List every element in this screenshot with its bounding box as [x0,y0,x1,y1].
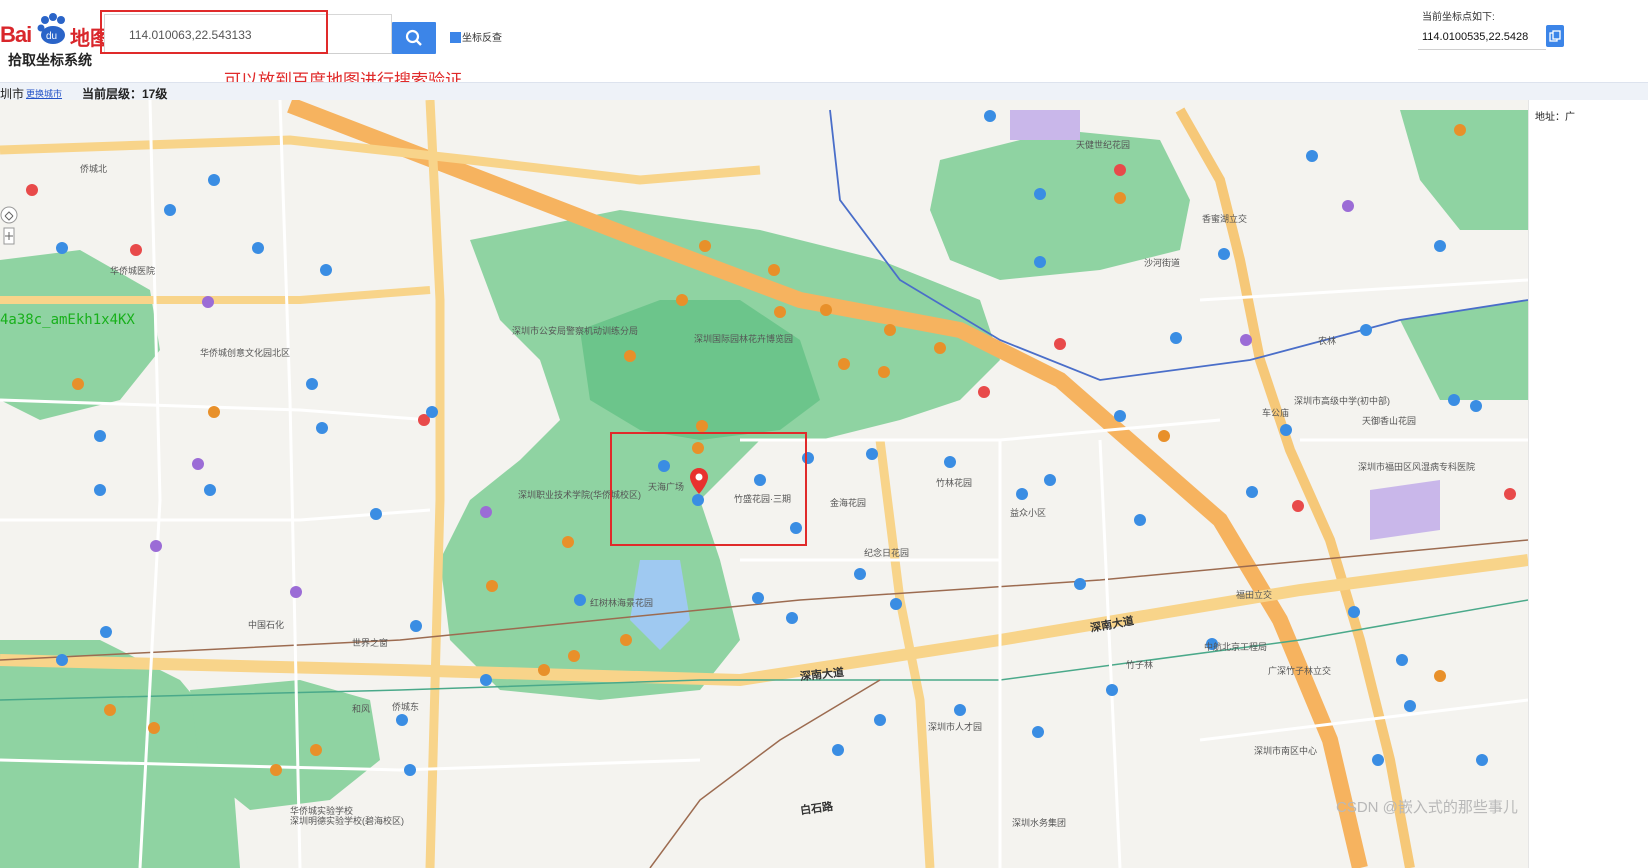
current-coord-field[interactable]: 114.0100535,22.5428 [1418,24,1546,50]
pan-control[interactable] [0,206,18,246]
logo-subtitle: 拾取坐标系统 [8,52,92,68]
place-label: 纪念日花园 [864,548,910,558]
search-button[interactable] [392,22,436,54]
place-label: 金海花园 [830,498,867,508]
place-label: 深圳市福田区风湿病专科医院 [1358,462,1476,472]
place-label: 广深竹子林立交 [1268,666,1332,676]
search-icon [405,29,422,46]
place-label: 深圳市公安局警察机动训练分局 [512,326,639,336]
place-label: 世界之窗 [352,638,389,648]
place-label: 福田立交 [1236,590,1273,600]
search-highlight-box [100,10,328,54]
place-label: 深圳市南区中心 [1254,746,1318,756]
map-info-bar: 圳市 更换城市 当前层级：17级 [0,82,1648,101]
place-label: 农林 [1318,336,1337,346]
place-label: 车公庙 [1262,408,1290,418]
place-label: 华侨城医院 [110,266,156,276]
place-label: 益众小区 [1010,508,1047,518]
header: Bai du 地图 拾取坐标系统 114.010063,22.543133 坐标… [0,0,1648,90]
copy-button[interactable] [1546,25,1564,47]
reverse-lookup-checkbox[interactable] [450,32,461,43]
place-label: 香蜜湖立交 [1202,214,1248,224]
place-label: 深圳水务集团 [1012,818,1067,828]
place-label: 侨城北 [80,164,108,174]
location-highlight-box [610,432,807,546]
place-label: 竹子林 [1126,660,1154,670]
overlay-text: 4a38c_amEkh1x4KX [0,312,135,328]
place-label: 天健世纪花园 [1076,140,1131,150]
switch-city-link[interactable]: 更换城市 [26,87,62,100]
reverse-lookup-label: 坐标反查 [462,33,502,44]
svg-text:du: du [46,31,57,42]
place-label: 竹林花园 [936,478,973,488]
place-label: 中国石化 [248,620,285,630]
logo-text-bai: Bai [0,22,32,47]
place-label: 和风 [352,704,371,714]
place-label: 深圳明德实验学校(碧海校区) [290,816,404,826]
address-panel: 地址：广 [1528,100,1648,868]
place-label: 深圳市高级中学(初中部) [1294,396,1390,406]
baidu-paw-icon: du [37,13,65,44]
place-label: 红树林海景花园 [590,598,654,608]
csdn-watermark: CSDN @嵌入式的那些事儿 [1336,799,1518,816]
location-pin-icon[interactable] [690,468,708,494]
place-label: 沙河街道 [1144,258,1181,268]
copy-icon [1549,30,1561,42]
place-label: 侨城东 [392,702,420,712]
place-label: 中航北京工程局 [1204,642,1268,652]
place-label: 深圳国际园林花卉博览园 [694,334,794,344]
place-label: 华侨城创意文化园北区 [200,348,291,358]
place-label: 天御香山花园 [1362,416,1417,426]
place-label: 深圳市人才园 [928,722,983,732]
current-coord-title: 当前坐标点如下: [1422,12,1495,23]
address-label: 地址：广 [1535,112,1575,123]
